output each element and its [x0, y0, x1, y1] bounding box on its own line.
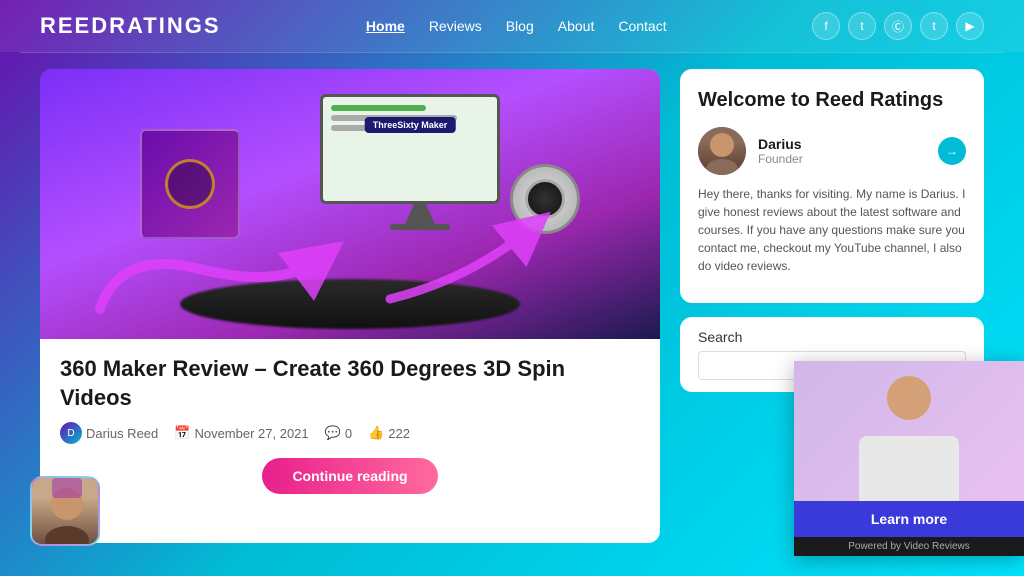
nav-contact[interactable]: Contact [618, 18, 666, 34]
twitter-icon[interactable]: t [848, 12, 876, 40]
social-icons: f t Ⓒ t ▶ [812, 12, 984, 40]
header: ReedRatings Home Reviews Blog About Cont… [0, 0, 1024, 52]
calendar-icon: 📅 [174, 425, 190, 441]
comment-icon: 💬 [325, 425, 341, 441]
continue-reading-button[interactable]: Continue reading [262, 458, 437, 494]
author-info: Darius Founder [758, 136, 926, 166]
article-body: 360 Maker Review – Create 360 Degrees 3D… [40, 339, 660, 510]
article-title: 360 Maker Review – Create 360 Degrees 3D… [60, 355, 640, 412]
pinterest-icon[interactable]: Ⓒ [884, 12, 912, 40]
article-image: ThreeSixty Maker [40, 69, 660, 339]
main-nav: Home Reviews Blog About Contact [366, 18, 667, 34]
facebook-icon[interactable]: f [812, 12, 840, 40]
article-card: ThreeSixty Maker [40, 69, 660, 543]
youtube-icon[interactable]: ▶ [956, 12, 984, 40]
video-widget: Learn more Powered by Video Reviews [794, 361, 1024, 556]
author-role: Founder [758, 152, 926, 166]
like-icon: 👍 [368, 425, 384, 441]
nav-blog[interactable]: Blog [506, 18, 534, 34]
likes-meta: 👍 222 [368, 425, 410, 441]
video-thumbnail [794, 361, 1024, 501]
platform [180, 279, 520, 329]
welcome-title: Welcome to Reed Ratings [698, 87, 966, 113]
welcome-card: Welcome to Reed Ratings Darius Founder [680, 69, 984, 303]
author-avatar [698, 127, 746, 175]
camera [510, 164, 590, 244]
nav-home[interactable]: Home [366, 18, 405, 34]
powered-by: Powered by Video Reviews [794, 537, 1024, 556]
learn-more-button[interactable]: Learn more [794, 501, 1024, 537]
author-meta: D Darius Reed [60, 422, 158, 444]
author-row: Darius Founder → [698, 127, 966, 175]
monitor: ThreeSixty Maker [320, 94, 520, 234]
nav-reviews[interactable]: Reviews [429, 18, 482, 34]
tumblr-icon[interactable]: t [920, 12, 948, 40]
sidebar-bio: Hey there, thanks for visiting. My name … [698, 185, 966, 275]
product-box [140, 129, 260, 259]
author-avatar-small: D [60, 422, 82, 444]
author-name: Darius [758, 136, 926, 152]
author-link-button[interactable]: → [938, 137, 966, 165]
bottom-left-avatar [30, 476, 100, 546]
search-label: Search [698, 329, 966, 345]
comments-meta: 💬 0 [325, 425, 352, 441]
date-meta: 📅 November 27, 2021 [174, 425, 308, 441]
article-meta: D Darius Reed 📅 November 27, 2021 💬 0 👍 … [60, 422, 640, 444]
nav-about[interactable]: About [558, 18, 595, 34]
logo: ReedRatings [40, 13, 221, 39]
